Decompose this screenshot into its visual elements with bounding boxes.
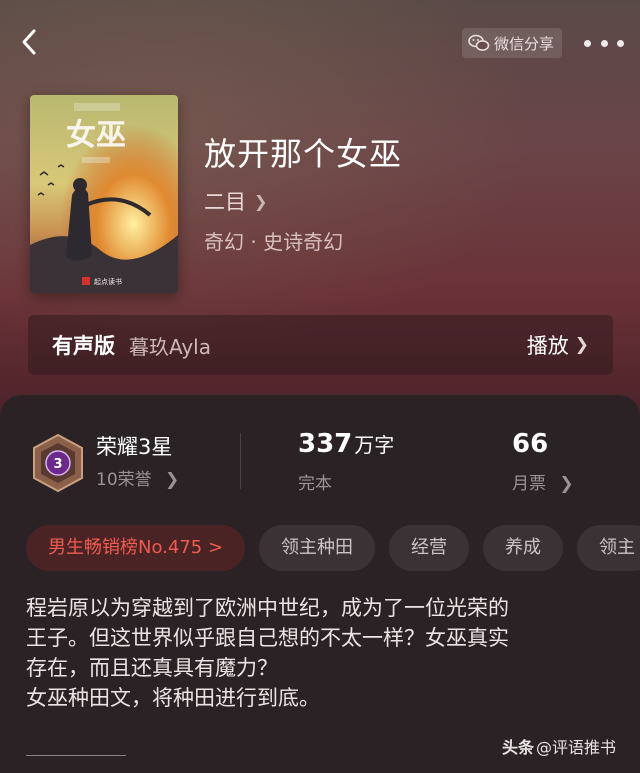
stats-divider bbox=[240, 433, 241, 489]
description-line: 程岩原以为穿越到了欧洲中世纪，成为了一位光荣的 bbox=[26, 596, 509, 620]
more-button[interactable] bbox=[584, 32, 624, 54]
tag-item[interactable]: 领主 bbox=[577, 525, 640, 571]
chevron-left-icon bbox=[22, 29, 36, 55]
detail-panel: 3 荣耀3星 10荣誉 ❯ 337 万字 完本 66 月票 ❯ 男生畅销榜No.4… bbox=[0, 395, 640, 773]
tag-item[interactable]: 养成 bbox=[483, 525, 564, 571]
honor-points-link[interactable]: 10荣誉 ❯ bbox=[96, 465, 179, 490]
play-label: 播放 bbox=[526, 334, 569, 358]
back-button[interactable] bbox=[14, 26, 46, 58]
play-button[interactable]: 播放 ❯ bbox=[527, 330, 589, 360]
tag-list: 男生畅销榜No.475 > 领主种田 经营 养成 领主 bbox=[26, 525, 640, 571]
word-count-unit: 万字 bbox=[354, 433, 395, 457]
monthly-votes-link[interactable]: 月票 ❯ bbox=[512, 469, 574, 494]
book-info: 放开那个女巫 二目 ❯ 奇幻 · 史诗奇幻 bbox=[204, 132, 402, 256]
tag-item[interactable]: 经营 bbox=[389, 525, 470, 571]
share-label: 微信分享 bbox=[494, 34, 555, 53]
svg-text:3: 3 bbox=[53, 457, 62, 472]
chevron-right-icon: ❯ bbox=[165, 470, 180, 490]
author-name: 二目 bbox=[204, 190, 246, 214]
cover-title-text: 女巫 bbox=[66, 118, 126, 153]
book-description: 程岩原以为穿越到了欧洲中世纪，成为了一位光荣的 王子。但这世界似乎跟自己想的不太… bbox=[26, 593, 616, 713]
honor-medal-icon: 3 bbox=[33, 433, 83, 493]
svg-text:起点读书: 起点读书 bbox=[94, 277, 122, 286]
chevron-right-icon: ❯ bbox=[559, 474, 574, 494]
book-cover[interactable]: 女巫 起点读书 bbox=[30, 95, 178, 293]
stats-row: 3 荣耀3星 10荣誉 ❯ 337 万字 完本 66 月票 ❯ bbox=[0, 425, 640, 495]
description-line: 存在，而且还真具有魔力？ bbox=[26, 656, 278, 680]
audio-narrator: 暮玖Ayla bbox=[129, 334, 211, 359]
chevron-right-icon: ❯ bbox=[574, 335, 589, 355]
top-bar: 微信分享 bbox=[0, 0, 640, 88]
monthly-votes-label: 月票 bbox=[512, 474, 546, 494]
word-count: 337 万字 bbox=[298, 429, 394, 459]
tag-bestseller-rank[interactable]: 男生畅销榜No.475 > bbox=[26, 525, 246, 571]
tag-item[interactable]: 领主种田 bbox=[259, 525, 376, 571]
description-line: 王子。但这世界似乎跟自己想的不太一样？女巫真实 bbox=[26, 626, 509, 650]
wechat-icon bbox=[468, 34, 490, 51]
audio-label: 有声版 bbox=[52, 334, 115, 358]
wechat-share-button[interactable]: 微信分享 bbox=[462, 28, 563, 58]
completion-status: 完本 bbox=[298, 474, 332, 494]
chevron-right-icon: ❯ bbox=[254, 192, 268, 211]
watermark-logo: 头条 bbox=[502, 738, 535, 757]
description-divider bbox=[26, 755, 126, 756]
watermark: 头条 @评语推书 bbox=[502, 734, 616, 758]
word-count-value: 337 bbox=[298, 429, 353, 459]
author-link[interactable]: 二目 ❯ bbox=[204, 188, 402, 216]
book-title: 放开那个女巫 bbox=[204, 135, 403, 173]
monthly-votes-value: 66 bbox=[512, 429, 549, 459]
book-genre: 奇幻 · 史诗奇幻 bbox=[204, 230, 344, 254]
watermark-text: @评语推书 bbox=[536, 738, 617, 757]
description-line: 女巫种田文，将种田进行到底。 bbox=[26, 686, 320, 710]
audio-version-bar[interactable]: 有声版 暮玖Ayla 播放 ❯ bbox=[28, 315, 613, 375]
book-cover-art: 女巫 起点读书 bbox=[30, 95, 178, 293]
more-dots-icon bbox=[584, 39, 591, 47]
honor-points: 10荣誉 bbox=[96, 470, 152, 490]
honor-title: 荣耀3星 bbox=[96, 435, 173, 459]
